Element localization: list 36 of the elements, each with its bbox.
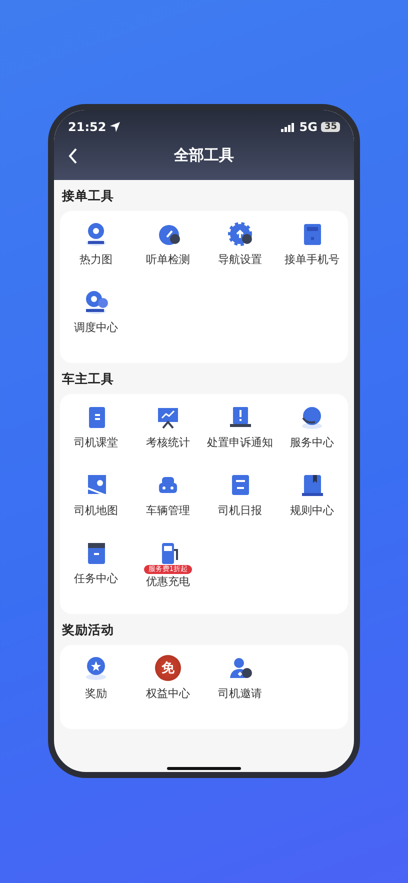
battery-level: 35 (321, 122, 340, 132)
gear-icon[interactable] (227, 221, 253, 247)
tool-label[interactable]: 优惠充电 (146, 574, 190, 589)
page-title: 全部工具 (174, 146, 234, 164)
tool-label[interactable]: 听单检测 (146, 252, 190, 267)
tool-label[interactable]: 司机课堂 (74, 435, 118, 450)
tool-label[interactable]: 接单手机号 (284, 252, 340, 267)
tool-label[interactable]: 奖励 (85, 686, 107, 701)
pin-icon[interactable] (83, 221, 109, 247)
tool-label[interactable]: 考核统计 (146, 435, 190, 450)
tool-label[interactable]: 处置申诉通知 (207, 435, 273, 450)
bookmark-book-icon[interactable] (299, 472, 325, 498)
status-time: 21:52 (68, 120, 106, 134)
signal-icon (281, 122, 296, 132)
tool-label[interactable]: 服务中心 (290, 435, 334, 450)
tool-label[interactable]: 任务中心 (74, 571, 118, 586)
location-arrow-icon (110, 122, 120, 132)
back-icon[interactable] (68, 148, 78, 164)
tool-label[interactable]: 司机日报 (218, 503, 262, 518)
section-title: 奖励活动 (60, 621, 115, 639)
tool-label[interactable]: 导航设置 (218, 252, 262, 267)
network-label: 5G (299, 120, 318, 134)
tool-label[interactable]: 司机邀请 (218, 686, 262, 701)
coupon-icon[interactable]: 免 (155, 655, 181, 681)
tool-label[interactable]: 司机地图 (74, 503, 118, 518)
pin-icon[interactable] (83, 289, 109, 315)
tool-label[interactable]: 权益中心 (146, 686, 190, 701)
tool-label[interactable]: 调度中心 (74, 320, 118, 335)
tool-label[interactable]: 车辆管理 (146, 503, 190, 518)
laptop-alert-icon[interactable] (227, 404, 253, 430)
section-title: 接单工具 (60, 187, 115, 205)
tool-label[interactable]: 热力图 (80, 252, 112, 267)
medal-icon[interactable] (83, 655, 109, 681)
tool-label[interactable]: 规则中心 (290, 503, 334, 518)
section-title: 车主工具 (61, 370, 115, 388)
user-add-icon[interactable] (227, 655, 253, 681)
